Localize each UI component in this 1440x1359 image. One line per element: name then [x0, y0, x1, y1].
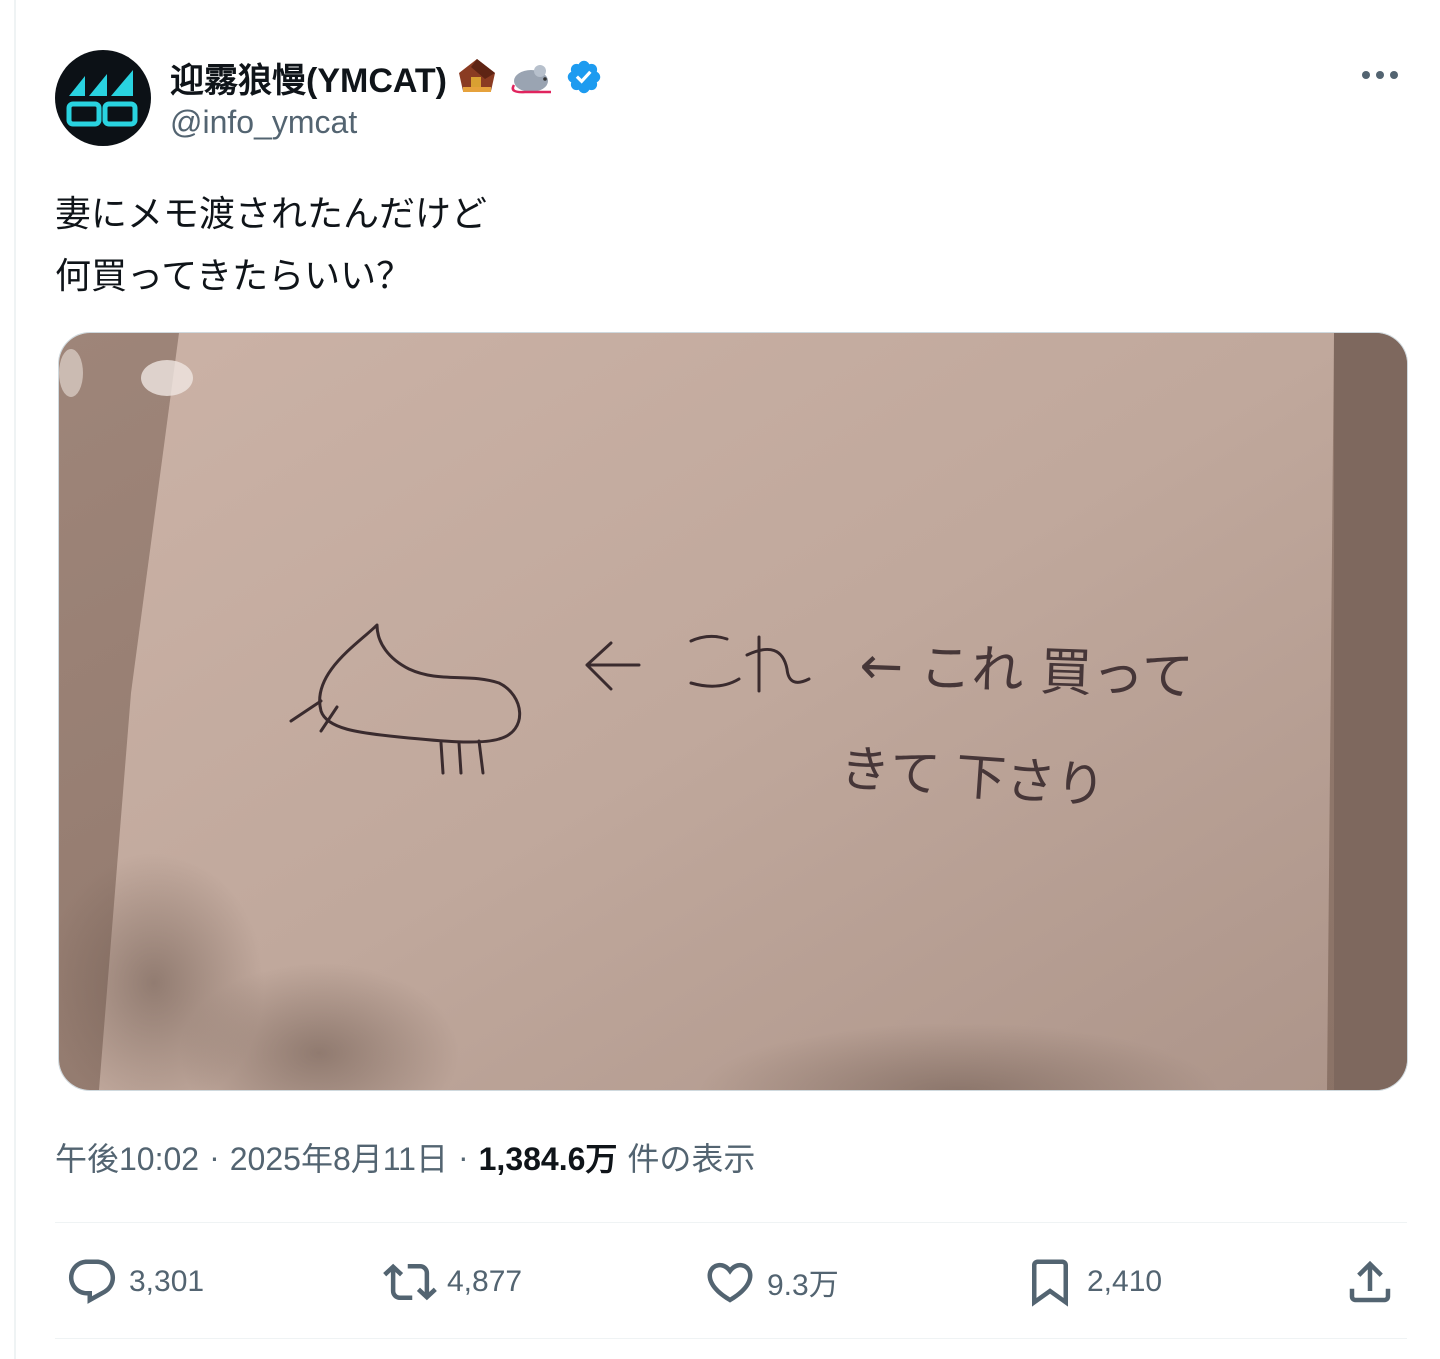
- mouse-emoji-icon: [507, 57, 557, 97]
- bookmark-count: 2,410: [1087, 1265, 1163, 1298]
- repost-button[interactable]: 4,877: [383, 1250, 522, 1314]
- reply-icon: [68, 1259, 116, 1304]
- repost-icon: [383, 1263, 437, 1301]
- repost-count: 4,877: [447, 1265, 523, 1298]
- tweet-text: 妻にメモ渡されたんだけど 何買ってきたらいい？: [55, 184, 1355, 308]
- house-emoji-icon: [455, 57, 499, 97]
- divider: [55, 1338, 1407, 1339]
- bookmark-icon: [1032, 1259, 1068, 1307]
- author-name-row[interactable]: 迎霧狼慢(YMCAT): [170, 54, 603, 100]
- like-count: 9.3万: [767, 1269, 839, 1302]
- views-count: 1,384.6万: [478, 1141, 618, 1177]
- views-label: 件の表示: [627, 1141, 756, 1177]
- avatar[interactable]: [55, 50, 151, 146]
- divider: [55, 1222, 1407, 1223]
- reply-button[interactable]: 3,301: [65, 1250, 204, 1314]
- action-bar: 3,301 4,877 9.3万 2,410: [55, 1250, 1407, 1314]
- more-dots-icon: [1362, 71, 1398, 79]
- heart-icon: [707, 1262, 753, 1303]
- handwritten-text: ← これ 買って: [859, 636, 1195, 708]
- meta-separator: ·: [457, 1138, 469, 1175]
- verified-badge-icon[interactable]: [565, 58, 603, 96]
- timeline-border: [14, 0, 16, 1359]
- tweet-detail: 迎霧狼慢(YMCAT) @info_ymcat 妻にメモ渡されたんだけど 何買っ…: [55, 0, 1408, 1359]
- display-name[interactable]: 迎霧狼慢(YMCAT): [170, 53, 447, 102]
- tweet-photo[interactable]: ← これ 買って きて 下さり: [58, 332, 1408, 1091]
- tweet-time[interactable]: 午後10:02: [55, 1134, 199, 1180]
- tweet-text-line: 妻にメモ渡されたんだけど: [55, 194, 488, 235]
- tweet-header: 迎霧狼慢(YMCAT) @info_ymcat: [55, 48, 1407, 148]
- tweet-date[interactable]: 2025年8月11日: [230, 1134, 448, 1180]
- tweet-meta: 午後10:02 · 2025年8月11日 · 1,384.6万 件の表示: [55, 1134, 755, 1180]
- like-button[interactable]: 9.3万: [703, 1250, 839, 1314]
- more-options-button[interactable]: [1353, 60, 1407, 90]
- meta-separator: ·: [209, 1138, 220, 1175]
- reply-count: 3,301: [129, 1265, 205, 1298]
- bookmark-button[interactable]: 2,410: [1023, 1250, 1162, 1314]
- tweet-text-line: 何買ってきたらいい？: [55, 256, 413, 297]
- share-button[interactable]: [1343, 1250, 1397, 1314]
- author-handle[interactable]: @info_ymcat: [170, 104, 357, 141]
- share-icon: [1349, 1260, 1391, 1303]
